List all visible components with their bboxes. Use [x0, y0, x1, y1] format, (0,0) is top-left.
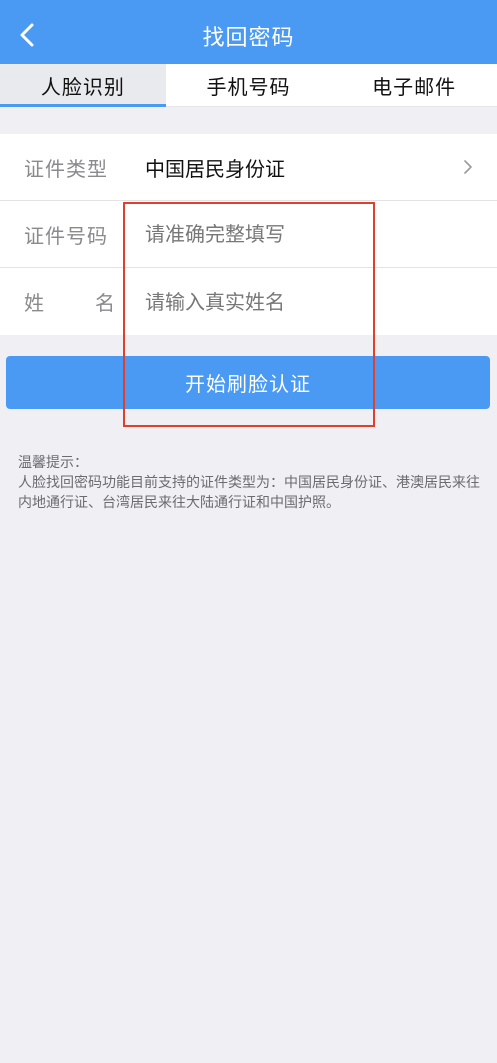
id-type-label: 证件类型	[24, 156, 108, 181]
tab-bar: 人脸识别 手机号码 电子邮件	[0, 64, 497, 107]
id-number-row: 证件号码	[0, 201, 497, 268]
tab-label: 电子邮件	[372, 74, 457, 99]
tab-phone-number[interactable]: 手机号码	[166, 64, 332, 106]
name-label-char: 姓	[24, 291, 45, 315]
name-label-char: 名	[95, 291, 116, 315]
id-number-input[interactable]	[145, 222, 465, 246]
tip-body: 人脸找回密码功能目前支持的证件类型为：中国居民身份证、港澳居民来往内地通行证、台…	[18, 475, 480, 511]
name-input[interactable]	[145, 289, 465, 314]
start-face-verification-button[interactable]: 开始刷脸认证	[6, 356, 490, 409]
page-title: 找回密码	[202, 26, 295, 51]
name-label: 姓 名	[24, 287, 116, 316]
nav-bar: 找回密码	[0, 0, 497, 64]
tab-face-recognition[interactable]: 人脸识别	[0, 64, 166, 107]
name-row: 姓 名	[0, 268, 497, 335]
tip-section: 温馨提示： 人脸找回密码功能目前支持的证件类型为：中国居民身份证、港澳居民来往内…	[18, 453, 482, 513]
tab-label: 人脸识别	[40, 74, 125, 99]
tab-email[interactable]: 电子邮件	[331, 64, 497, 106]
tip-title: 温馨提示：	[18, 455, 88, 471]
identity-form: 证件类型 中国居民身份证 证件号码 姓 名	[0, 134, 497, 335]
id-number-label: 证件号码	[24, 223, 108, 248]
id-type-value: 中国居民身份证	[145, 156, 285, 181]
tab-label: 手机号码	[206, 74, 291, 99]
active-tab-indicator	[0, 104, 166, 107]
id-type-row[interactable]: 证件类型 中国居民身份证	[0, 134, 497, 201]
chevron-right-icon	[464, 160, 472, 174]
